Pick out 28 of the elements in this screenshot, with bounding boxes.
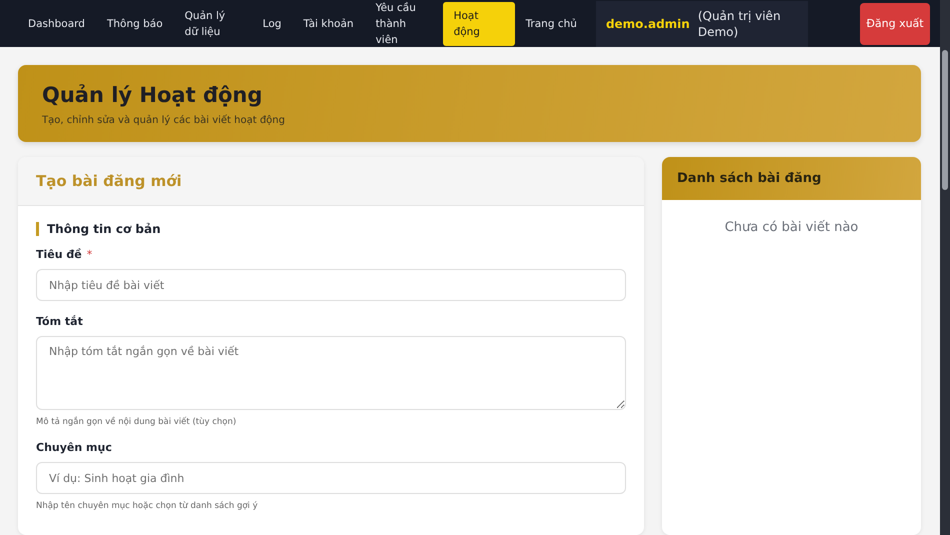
input-field[interactable]: Nhập tiêu đề bài viết [36,269,626,301]
textarea-field[interactable]: Nhập tóm tắt ngắn gọn về bài viết [36,336,626,410]
nav-link[interactable]: Quản lý dữ liệu [174,0,252,46]
nav-link[interactable]: Log [252,0,292,46]
user-role: (Quản trị viên Demo) [698,8,782,40]
scrollbar[interactable] [940,0,950,535]
required-mark: * [86,248,92,261]
scrollbar-thumb[interactable] [942,50,948,190]
form-title: Tạo bài đăng mới [36,172,183,190]
logout-button[interactable]: Đăng xuất [860,2,930,44]
user-name: demo.admin [606,16,690,30]
field-label: Chuyên mục [36,441,113,454]
posts-title: Danh sách bài đăng [677,171,822,186]
field-hint: Mô tả ngắn gọn về nội dung bài viết (tùy chọn) [36,417,238,427]
section-heading: Thông tin cơ bản [36,222,626,236]
field-label: Tiêu đề [36,248,82,261]
nav-link[interactable]: Trang chủ [514,0,588,46]
nav-link[interactable]: Dashboard [18,0,96,46]
nav-link[interactable]: Thông báo [96,0,174,46]
page-subtitle: Tạo, chỉnh sửa và quản lý các bài viết hoạt động [42,115,286,126]
empty-message: Chưa có bài viết nào [724,219,860,237]
field-hint: Nhập tên chuyên mục hoặc chọn từ danh sách gợi ý [36,501,259,511]
input-field[interactable]: Ví dụ: Sinh hoạt gia đình [36,462,626,494]
nav-link[interactable]: Tài khoản [292,0,365,46]
nav-link[interactable]: Yêu cầu thành viên [364,0,443,46]
field-label: Tóm tắt [36,315,84,328]
page-title: Quản lý Hoạt động [42,83,264,107]
nav-link[interactable]: Hoạt động [442,2,515,46]
